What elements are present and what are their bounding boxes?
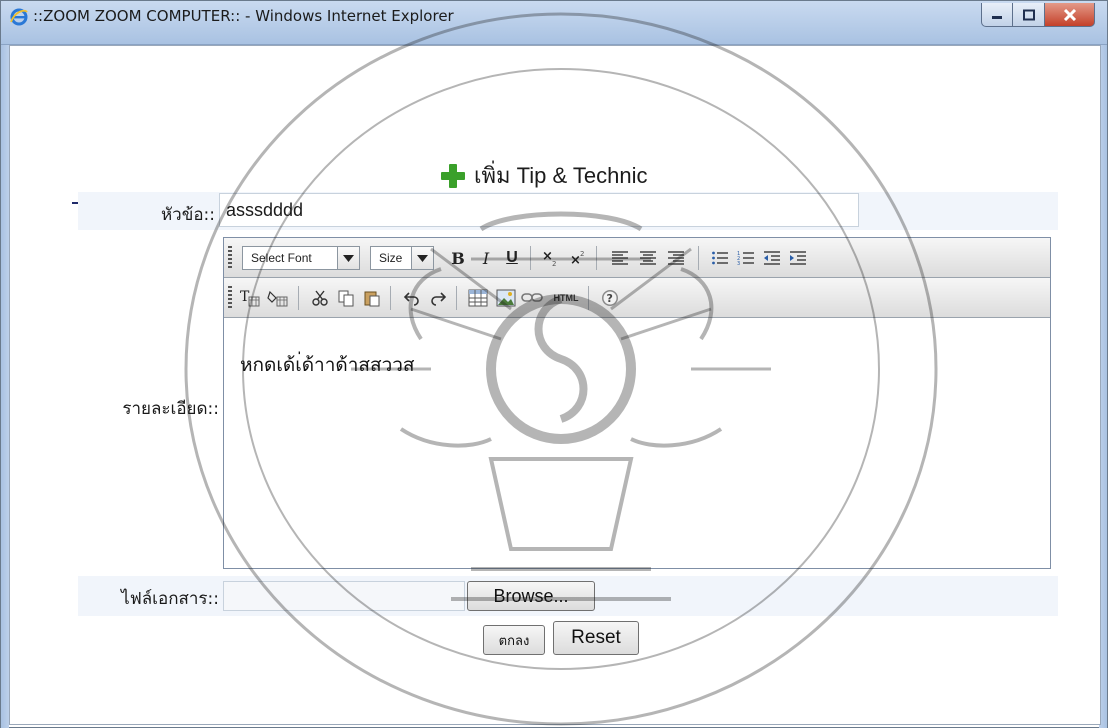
outdent-button[interactable]	[760, 246, 784, 270]
size-select[interactable]: Size	[370, 246, 412, 270]
page-title: เพิ่ม Tip & Technic	[474, 163, 648, 188]
align-center-button[interactable]	[636, 246, 660, 270]
toolbar-separator	[596, 246, 597, 270]
reset-button[interactable]: Reset	[553, 621, 639, 655]
redo-icon	[431, 292, 447, 306]
toolbar-separator	[456, 286, 457, 310]
window-frame-left	[1, 45, 9, 728]
html-source-button[interactable]: HTML	[550, 286, 582, 310]
text-color-button[interactable]: T	[238, 286, 262, 310]
table-icon	[468, 289, 488, 307]
chevron-down-icon	[343, 255, 354, 262]
indent-button[interactable]	[786, 246, 810, 270]
svg-text:3: 3	[737, 261, 740, 266]
editor-toolbar-row-2: T HTML ?	[224, 278, 1050, 318]
bold-button[interactable]: B	[446, 246, 470, 270]
browse-button[interactable]: Browse...	[467, 581, 595, 611]
ordered-list-button[interactable]: 123	[734, 246, 758, 270]
superscript-icon: × 2	[570, 250, 584, 267]
copy-icon	[338, 290, 354, 307]
scissors-icon	[312, 290, 328, 306]
title-bar[interactable]: ::ZOOM ZOOM COMPUTER:: - Windows Interne…	[1, 1, 1107, 45]
toolbar-grip[interactable]	[228, 286, 232, 308]
maximize-icon	[1022, 9, 1035, 20]
maximize-button[interactable]	[1013, 3, 1045, 27]
subscript-button[interactable]: × 2	[538, 246, 562, 270]
underline-icon: U	[506, 249, 518, 266]
svg-text:2: 2	[580, 250, 584, 258]
title-input[interactable]: asssdddd	[219, 193, 859, 227]
file-label: ไฟล์เอกสาร::	[121, 589, 219, 609]
toolbar-grip[interactable]	[228, 246, 232, 268]
link-icon	[521, 293, 543, 302]
title-label: หัวข้อ::	[160, 205, 215, 225]
align-left-button[interactable]	[608, 246, 632, 270]
superscript-button[interactable]: × 2	[566, 246, 590, 270]
help-button[interactable]: ?	[598, 286, 622, 310]
editor-content-text: หกดเด้เ่ด้าาด้าสสววส	[240, 354, 415, 376]
toolbar-separator	[390, 286, 391, 310]
minimize-button[interactable]	[981, 3, 1013, 27]
insert-link-button[interactable]	[520, 286, 544, 310]
close-icon	[1063, 8, 1076, 21]
size-select-arrow[interactable]	[412, 246, 434, 270]
detail-label: รายละเอียด::	[122, 399, 219, 419]
underline-button[interactable]: U	[500, 246, 524, 270]
image-icon	[496, 289, 516, 307]
font-select[interactable]: Select Font	[242, 246, 338, 270]
editor-content-area[interactable]: หกดเด้เ่ด้าาด้าสสววส	[224, 320, 1050, 568]
ordered-list-icon: 123	[737, 251, 754, 266]
italic-icon: I	[482, 248, 490, 268]
redo-button[interactable]	[426, 286, 450, 310]
ie-icon	[10, 8, 28, 26]
submit-button[interactable]: ตกลง	[483, 625, 545, 655]
chevron-down-icon	[417, 255, 428, 262]
text-color-icon: T	[240, 289, 260, 307]
unordered-list-button[interactable]	[708, 246, 732, 270]
paint-bucket-icon	[267, 290, 288, 307]
italic-button[interactable]: I	[474, 246, 498, 270]
close-button[interactable]	[1045, 3, 1095, 27]
help-icon: ?	[602, 290, 618, 306]
subscript-icon: × 2	[542, 249, 556, 267]
minimize-icon	[992, 15, 1002, 19]
window-controls	[981, 3, 1095, 27]
undo-icon	[403, 292, 419, 306]
outdent-icon	[764, 251, 780, 265]
toolbar-separator	[698, 246, 699, 270]
insert-table-button[interactable]	[466, 286, 490, 310]
cut-button[interactable]	[308, 286, 332, 310]
align-right-button[interactable]	[664, 246, 688, 270]
toolbar-separator	[588, 286, 589, 310]
copy-button[interactable]	[334, 286, 358, 310]
editor-toolbar-row-1: Select Font Size B I U × 2 × 2 1 2 3	[224, 238, 1050, 278]
plus-icon	[441, 164, 465, 188]
align-right-icon	[668, 251, 684, 265]
file-path-input[interactable]	[223, 581, 465, 611]
paste-icon	[364, 291, 380, 307]
html-icon: HTML	[553, 293, 579, 303]
window-title: ::ZOOM ZOOM COMPUTER:: - Windows Interne…	[33, 7, 454, 25]
align-center-icon	[640, 251, 656, 265]
undo-button[interactable]	[400, 286, 424, 310]
bold-icon: B	[451, 248, 465, 268]
rich-text-editor: Select Font Size B I U × 2 × 2 1 2 3 T H…	[223, 237, 1051, 569]
align-left-icon	[612, 251, 628, 265]
highlight-color-button[interactable]	[266, 286, 290, 310]
insert-image-button[interactable]	[494, 286, 518, 310]
toolbar-separator	[530, 246, 531, 270]
font-select-arrow[interactable]	[338, 246, 360, 270]
svg-text:?: ?	[607, 292, 613, 305]
browser-window: ::ZOOM ZOOM COMPUTER:: - Windows Interne…	[0, 0, 1108, 728]
indent-icon	[790, 251, 806, 265]
unordered-list-icon	[712, 251, 728, 265]
svg-text:2: 2	[552, 260, 556, 267]
toolbar-separator	[298, 286, 299, 310]
paste-button[interactable]	[360, 286, 384, 310]
